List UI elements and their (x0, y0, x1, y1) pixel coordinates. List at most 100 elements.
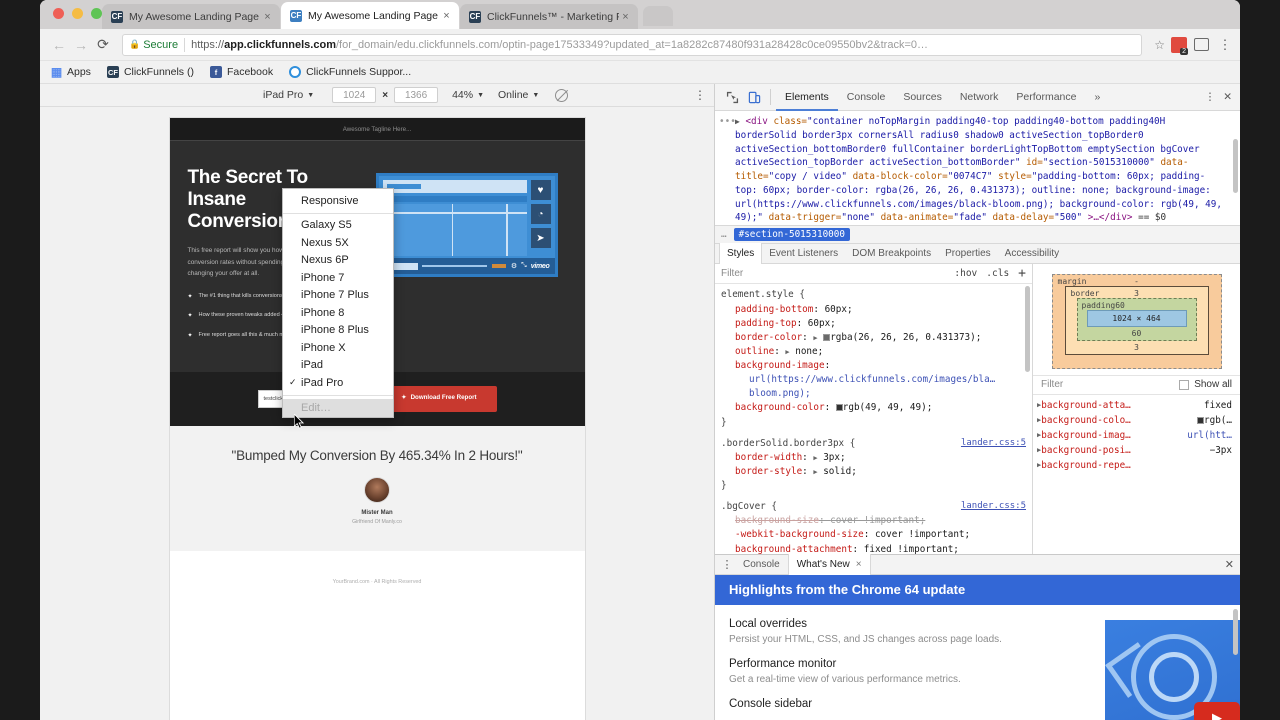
css-property[interactable]: -webkit-background-size (721, 529, 864, 540)
expand-arrow-icon[interactable]: ▶ (813, 454, 817, 462)
box-model-margin[interactable]: margin - border 3 padding60 1024 × 464 6… (1051, 273, 1222, 369)
close-window-button[interactable] (53, 8, 64, 19)
device-menu-item-galaxy-s5[interactable]: Galaxy S5 (283, 217, 393, 235)
download-report-button[interactable]: ✦ Download Free Report (381, 385, 497, 412)
address-bar[interactable]: 🔒 Secure https://app.clickfunnels.com/fo… (122, 33, 1143, 56)
box-model-padding[interactable]: padding60 1024 × 464 60 (1076, 297, 1197, 341)
css-property[interactable]: background-image (721, 360, 825, 371)
css-declaration[interactable]: background-image: url(https://www.clickfu… (721, 359, 1026, 401)
css-property[interactable]: background-size (721, 515, 819, 526)
expand-arrow-icon[interactable]: ▶ (813, 334, 817, 342)
css-rule[interactable]: element.style { padding-bottom: 60px; pa… (721, 288, 1026, 429)
heart-icon[interactable]: ♥ (530, 180, 551, 200)
new-tab-button[interactable] (643, 6, 673, 26)
list-item[interactable]: ▶ background-colo… rgb(… (1037, 413, 1232, 428)
clock-icon[interactable]: ◔ (530, 204, 551, 224)
hov-button[interactable]: :hov (954, 268, 977, 279)
tab-dom-breakpoints[interactable]: DOM Breakpoints (845, 243, 938, 263)
device-menu-item-responsive[interactable]: Responsive (283, 192, 393, 210)
browser-tab-3[interactable]: CF ClickFunnels™ - Marketing F × (460, 4, 638, 29)
styles-scrollbar[interactable] (1025, 286, 1030, 373)
device-dropdown-menu[interactable]: Responsive Galaxy S5 Nexus 5X Nexus 6P i… (282, 188, 394, 418)
box-model-border-bottom[interactable]: 3 (1066, 343, 1208, 352)
window-controls[interactable] (53, 8, 102, 19)
box-model-padding-bottom[interactable]: 60 (1078, 329, 1196, 338)
tab-network[interactable]: Network (951, 84, 1008, 111)
bookmark-clickfunnels[interactable]: CF ClickFunnels () (106, 66, 194, 78)
tab-sources[interactable]: Sources (894, 84, 951, 111)
css-rules-list[interactable]: element.style { padding-bottom: 60px; pa… (715, 284, 1032, 554)
css-declaration[interactable]: outline: ▶ none; (721, 345, 1026, 359)
zoom-selector[interactable]: 44% ▼ (452, 89, 484, 101)
more-tabs-button[interactable]: » (1085, 84, 1109, 111)
throttle-selector[interactable]: Online ▼ (498, 89, 539, 101)
css-property[interactable]: border-color (721, 332, 802, 343)
css-declaration[interactable]: -webkit-background-size: cover !importan… (721, 528, 1026, 542)
bookmark-facebook[interactable]: f Facebook (209, 66, 273, 78)
css-source-link[interactable]: lander.css:5 (961, 500, 1026, 514)
close-tab-button[interactable]: × (440, 10, 453, 22)
cast-icon[interactable] (1194, 38, 1209, 51)
device-height-input[interactable]: 1366 (394, 87, 439, 103)
device-menu-item-iphone-8[interactable]: iPhone 8 (283, 304, 393, 322)
elements-scrollbar[interactable] (1233, 139, 1238, 193)
css-source-link[interactable]: lander.css:5 (961, 437, 1026, 451)
gear-icon[interactable]: ⚙ (511, 262, 517, 270)
show-all-toggle[interactable]: Show all (1179, 379, 1232, 390)
tab-elements[interactable]: Elements (776, 84, 838, 111)
breadcrumb[interactable]: … #section-5015310000 (715, 224, 1240, 244)
tab-properties[interactable]: Properties (938, 243, 998, 263)
list-item[interactable]: ▶ background-atta… fixed (1037, 398, 1232, 413)
box-model-margin-top[interactable]: - (1053, 277, 1221, 286)
maximize-window-button[interactable] (91, 8, 102, 19)
device-menu-item-iphone-8-plus[interactable]: iPhone 8 Plus (283, 322, 393, 340)
play-icon[interactable]: ▶ (1194, 701, 1240, 720)
box-model-diagram[interactable]: margin - border 3 padding60 1024 × 464 6… (1033, 264, 1240, 375)
tab-event-listeners[interactable]: Event Listeners (762, 243, 845, 263)
whats-new-video-thumbnail[interactable]: ▶ (1105, 619, 1240, 720)
css-declaration[interactable]: border-color: ▶ rgba(26, 26, 26, 0.43137… (721, 331, 1026, 345)
css-property[interactable]: background-color (721, 402, 825, 413)
breadcrumb-selected[interactable]: #section-5015310000 (733, 227, 850, 241)
computed-url-link[interactable]: url(htt… (1187, 430, 1232, 441)
browser-tab-1[interactable]: CF My Awesome Landing Page - × (102, 4, 280, 29)
device-menu-item-ipad-pro[interactable]: ✓ iPad Pro (283, 374, 393, 392)
elements-tree[interactable]: ••• ▶ <div class="container noTopMargin … (715, 111, 1240, 225)
video-progress-bar[interactable] (422, 265, 487, 267)
bookmark-apps[interactable]: ▦ Apps (50, 65, 91, 79)
cls-button[interactable]: .cls (986, 268, 1009, 279)
minimize-window-button[interactable] (72, 8, 83, 19)
box-model-content[interactable]: 1024 × 464 (1086, 309, 1187, 327)
css-value[interactable]: 3px; (823, 452, 845, 463)
whats-new-body[interactable]: Local overrides Persist your HTML, CSS, … (715, 605, 1240, 720)
computed-filter-input[interactable]: Filter (1041, 379, 1063, 390)
device-menu-item-iphone-7[interactable]: iPhone 7 (283, 269, 393, 287)
no-throttling-icon[interactable] (555, 88, 569, 102)
devtools-menu-button[interactable]: ⋮ (1205, 91, 1216, 103)
css-declaration[interactable]: border-style: ▶ solid; (721, 465, 1026, 479)
css-declaration[interactable]: padding-top: 60px; (721, 317, 1026, 331)
css-declaration[interactable]: padding-bottom: 60px; (721, 303, 1026, 317)
video-volume-bar[interactable] (491, 264, 506, 268)
tab-performance[interactable]: Performance (1007, 84, 1085, 111)
tab-console[interactable]: Console (838, 84, 895, 111)
chrome-menu-button[interactable]: ⋮ (1218, 37, 1232, 53)
css-declaration-overridden[interactable]: background-size: cover !important; (721, 514, 1026, 528)
device-selector[interactable]: iPad Pro ▼ (263, 89, 314, 101)
forward-button[interactable]: → (70, 34, 92, 56)
extension-icon[interactable] (1171, 36, 1188, 55)
drawer-tab-console[interactable]: Console (735, 554, 788, 574)
css-value[interactable]: none; (795, 346, 823, 357)
expand-arrow-icon[interactable]: ▶ (813, 468, 817, 476)
css-property[interactable]: border-width (721, 452, 802, 463)
css-value[interactable]: cover !important; (830, 515, 925, 526)
device-menu-item-nexus-6p[interactable]: Nexus 6P (283, 252, 393, 270)
tab-styles[interactable]: Styles (719, 242, 763, 264)
whats-new-scrollbar[interactable] (1233, 608, 1238, 655)
css-declaration[interactable]: background-attachment: fixed !important; (721, 543, 1026, 554)
css-value[interactable]: 60px; (808, 318, 836, 329)
bookmark-clickfunnels-support[interactable]: ClickFunnels Suppor... (289, 66, 411, 78)
device-menu-item-ipad[interactable]: iPad (283, 357, 393, 375)
reload-button[interactable]: ⟳ (92, 34, 114, 56)
new-style-rule-button[interactable]: + (1018, 266, 1026, 281)
